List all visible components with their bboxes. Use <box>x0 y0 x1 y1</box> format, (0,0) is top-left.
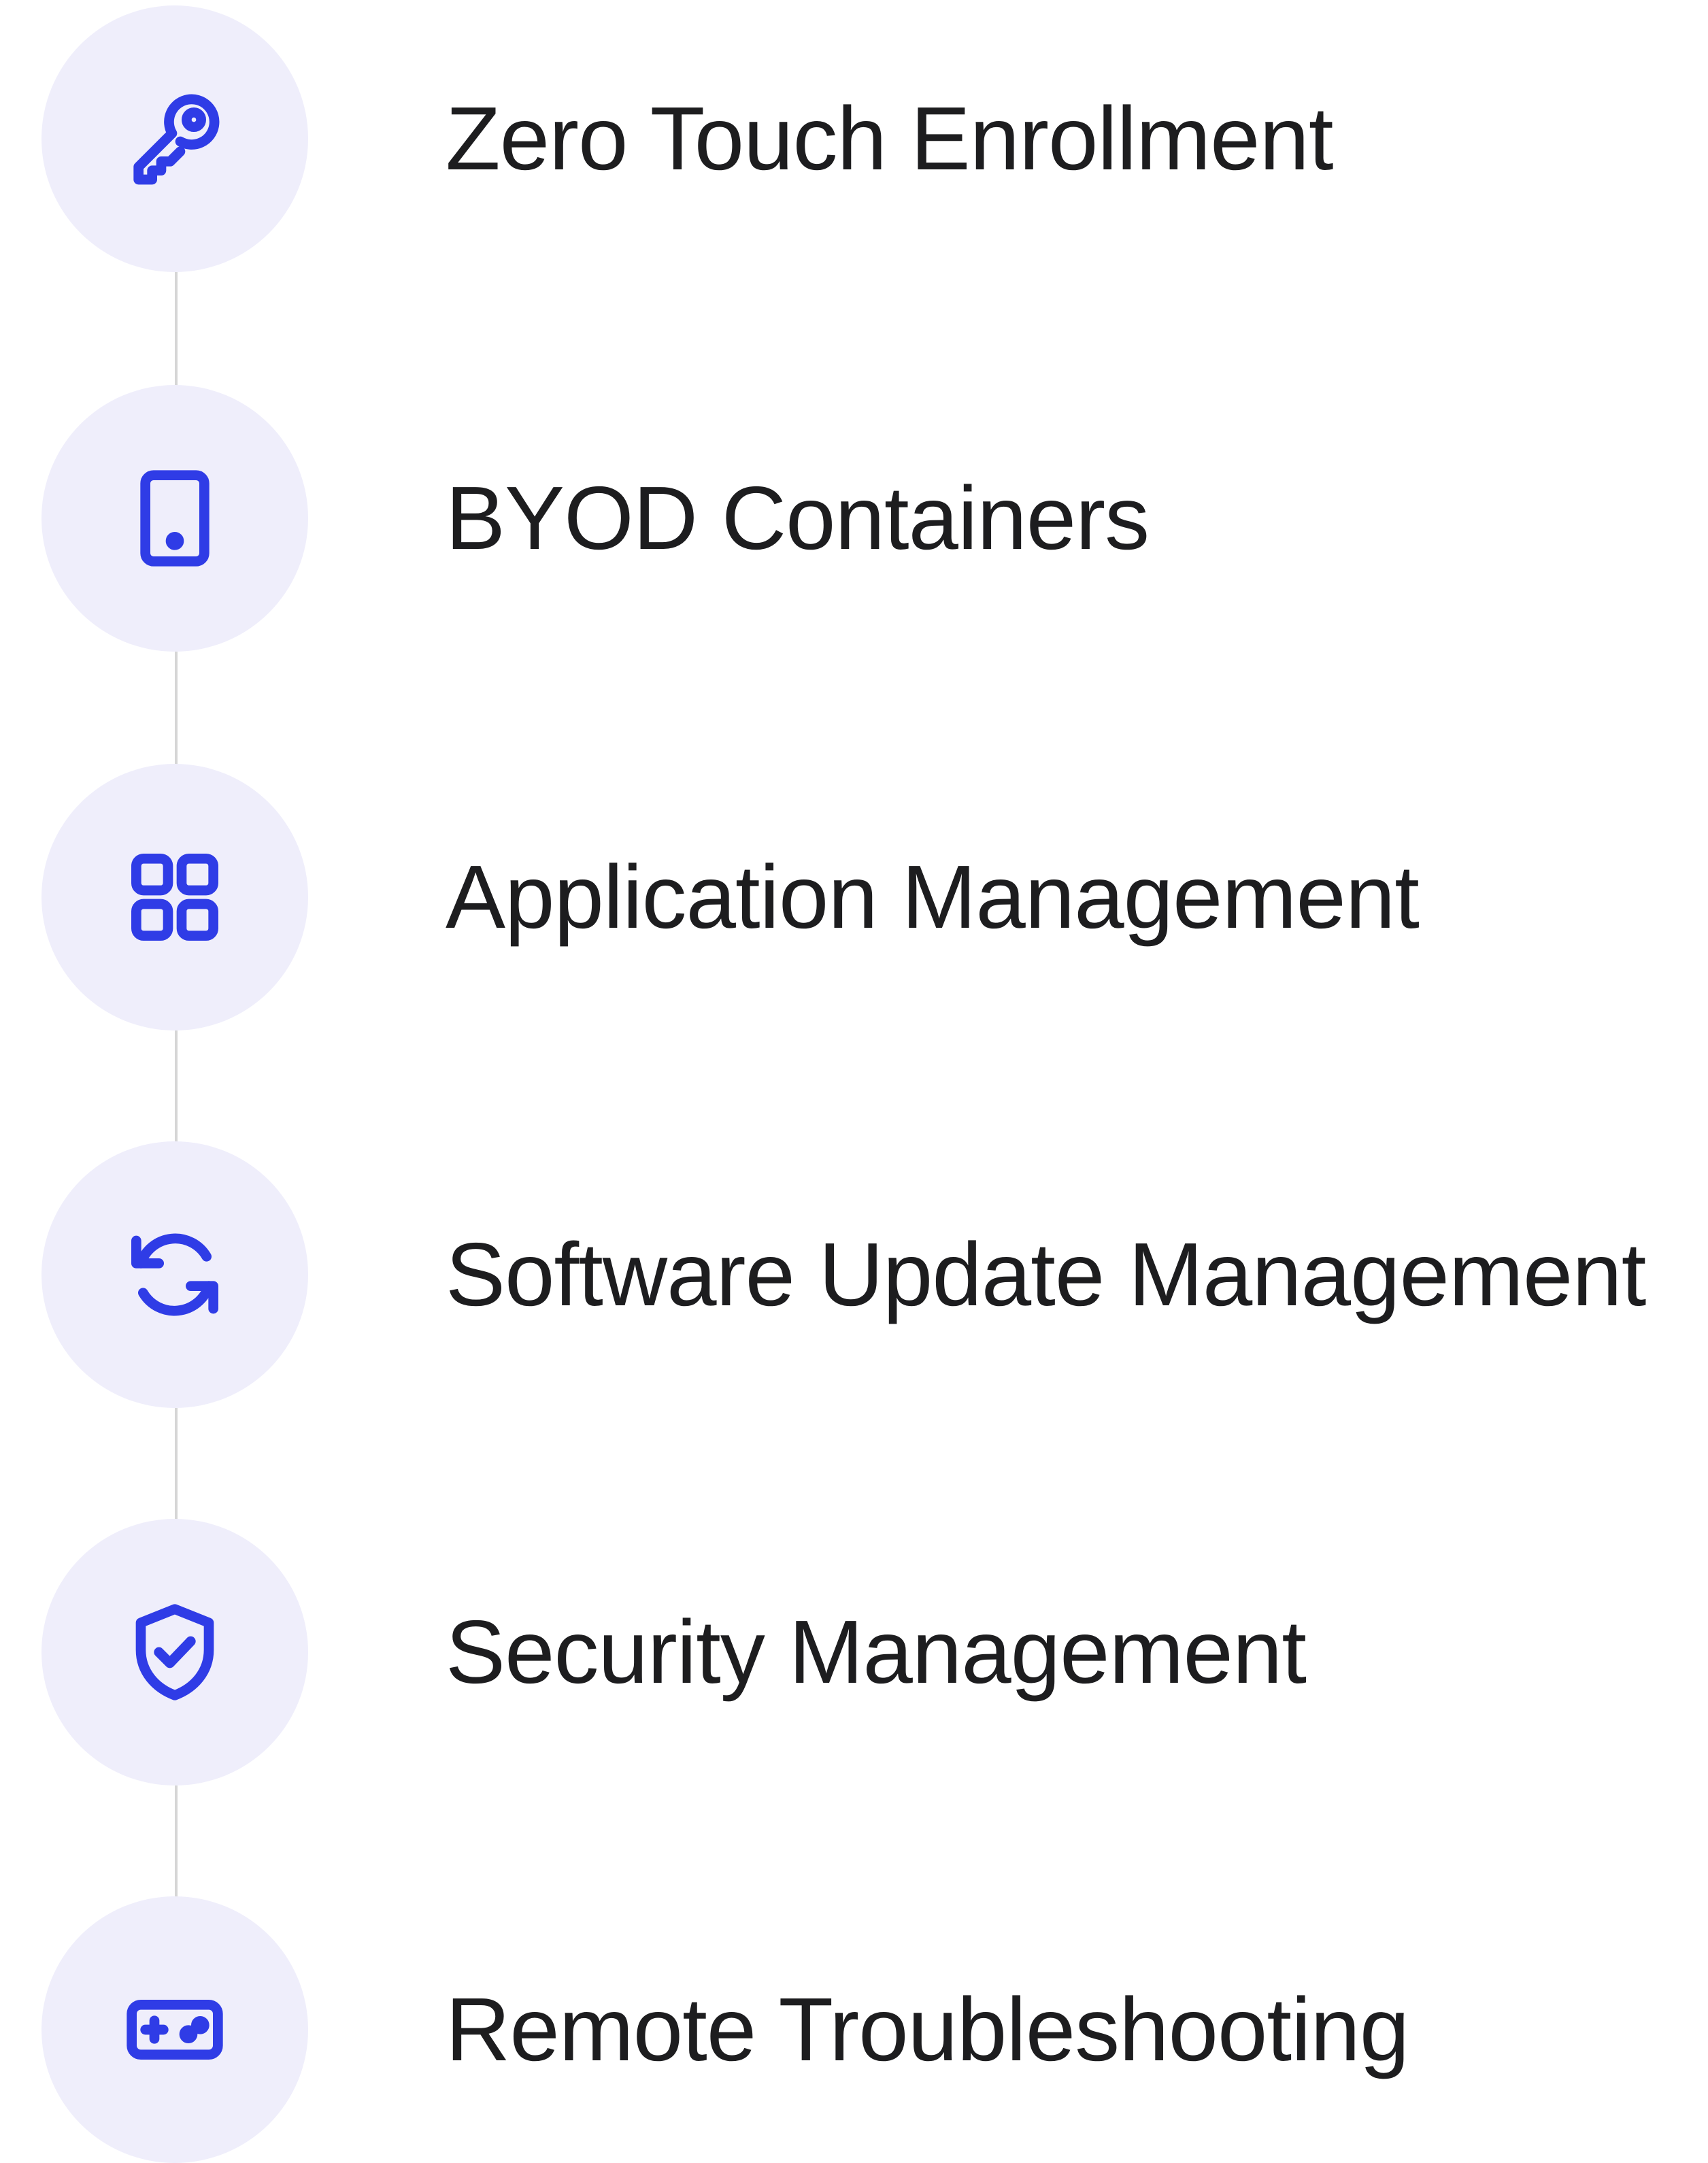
connector-line <box>175 652 178 766</box>
refresh-icon <box>131 1233 218 1316</box>
feature-list: Zero Touch Enrollment BYOD Containers Ap… <box>0 0 1708 2163</box>
icon-circle <box>41 764 308 1030</box>
icon-circle <box>41 385 308 652</box>
feature-label: Security Management <box>446 1602 1307 1702</box>
feature-item-application-management: Application Management <box>0 764 1708 1030</box>
icon-circle <box>41 1519 308 1785</box>
icon-circle <box>41 1896 308 2163</box>
feature-item-byod-containers: BYOD Containers <box>0 385 1708 652</box>
feature-label: Software Update Management <box>446 1224 1646 1324</box>
app-grid-icon <box>131 854 219 941</box>
feature-label: BYOD Containers <box>446 468 1150 568</box>
tablet-icon <box>140 470 210 567</box>
connector-line <box>175 272 178 386</box>
feature-label: Remote Troubleshooting <box>446 1979 1409 2079</box>
feature-item-security-management: Security Management <box>0 1519 1708 1785</box>
feature-item-remote-troubleshooting: Remote Troubleshooting <box>0 1896 1708 2163</box>
gamepad-icon <box>127 2000 223 2060</box>
shield-check-icon <box>135 1604 214 1700</box>
feature-item-zero-touch-enrollment: Zero Touch Enrollment <box>0 5 1708 272</box>
connector-line <box>175 1408 178 1522</box>
icon-circle <box>41 1141 308 1408</box>
connector-line <box>175 1785 178 1900</box>
icon-circle <box>41 5 308 272</box>
key-icon <box>133 94 220 185</box>
feature-label: Application Management <box>446 847 1420 947</box>
feature-label: Zero Touch Enrollment <box>446 88 1334 188</box>
connector-line <box>175 1030 178 1145</box>
feature-item-software-update-management: Software Update Management <box>0 1141 1708 1408</box>
